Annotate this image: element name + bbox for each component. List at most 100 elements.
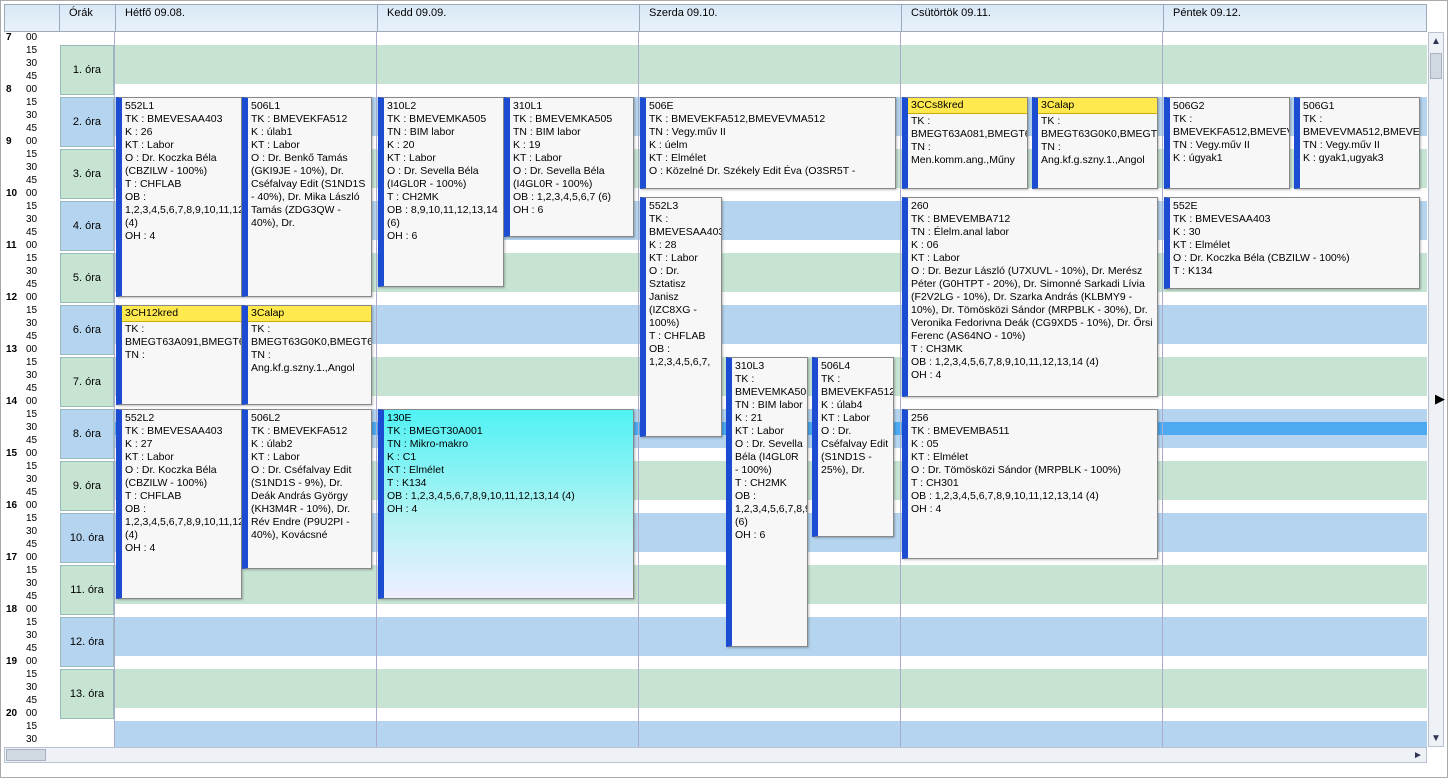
time-gutter: 7001530458001530459001530451000153045110… [4,32,60,747]
period-cell[interactable]: 7. óra [60,357,114,407]
event-block[interactable]: 310L3TK : BMEVEMKA505 TN : BIM labor K :… [726,357,808,647]
quarter-label: 15 [26,45,37,56]
vertical-scrollbar[interactable]: ▲ ▼ [1428,32,1444,747]
scroll-right-arrow[interactable]: ► [1410,748,1426,762]
event-block[interactable]: 506G1TK : BMEVEVMA512,BMEVEKFA512 TN : V… [1294,97,1420,189]
quarter-label: 15 [26,409,37,420]
event-block[interactable]: 506L4TK : BMEVEKFA512 K : úlab4 KT : Lab… [812,357,894,537]
event-body: TK : BMEVESAA403 K : 27 KT : Labor O : D… [125,425,242,554]
period-cell[interactable]: 12. óra [60,617,114,667]
event-block[interactable]: 3CalapTK : BMEGT63G0K0,BMEGT634041 TN : … [1032,97,1158,189]
scroll-down-arrow[interactable]: ▼ [1429,730,1443,746]
event-body: TK : BMEVESAA403 K : 30 KT : Elmélet O :… [1173,213,1350,277]
event-block[interactable]: 506G2TK : BMEVEKFA512,BMEVEVMA512 TN : V… [1164,97,1290,189]
event-block[interactable]: 552L1TK : BMEVESAA403 K : 26 KT : Labor … [116,97,242,297]
quarter-label: 45 [26,539,37,550]
event-title: 552E [1173,200,1416,213]
grid-row [114,734,1427,747]
event-body: TK : BMEGT30A001 TN : Mikro-makro K : C1… [387,425,575,515]
header-day-tue[interactable]: Kedd 09.09. [381,1,452,29]
hour-label: 10 [6,188,17,199]
event-body: TK : BMEGT63A081,BMEGT63A051 TN : Men.ko… [911,115,1028,166]
header-day-mon[interactable]: Hétfő 09.08. [119,1,191,29]
calendar-grid[interactable]: 7001530458001530459001530451000153045110… [4,32,1427,747]
event-title: 260 [911,200,1154,213]
event-title: 130E [387,412,630,425]
period-cell[interactable]: 10. óra [60,513,114,563]
event-block[interactable]: 506L2TK : BMEVEKFA512 K : úlab2 KT : Lab… [242,409,372,569]
period-cell[interactable]: 13. óra [60,669,114,719]
event-block[interactable]: 506L1TK : BMEVEKFA512 K : úlab1 KT : Lab… [242,97,372,297]
hour-label: 17 [6,552,17,563]
event-block[interactable]: 310L2TK : BMEVEMKA505 TN : BIM labor K :… [378,97,504,287]
event-body: TK : BMEVEMKA505 TN : BIM labor K : 21 K… [735,373,808,541]
quarter-label: 45 [26,591,37,602]
hour-label: 15 [6,448,17,459]
quarter-label: 15 [26,201,37,212]
vertical-scroll-thumb[interactable] [1430,53,1442,79]
quarter-label: 30 [26,682,37,693]
event-title: 3CH12kred [122,306,241,322]
event-block[interactable]: 552ETK : BMEVESAA403 K : 30 KT : Elmélet… [1164,197,1420,289]
event-block[interactable]: 3CalapTK : BMEGT63G0K0,BMEGT634041 TN : … [242,305,372,405]
day-separator [376,32,377,747]
hour-label: 20 [6,708,17,719]
day-separator [900,32,901,747]
quarter-label: 00 [26,500,37,511]
quarter-label: 45 [26,71,37,82]
quarter-label: 15 [26,513,37,524]
hour-label: 8 [6,84,12,95]
event-block[interactable]: 3CCs8kredTK : BMEGT63A081,BMEGT63A051 TN… [902,97,1028,189]
event-block[interactable]: 310L1TK : BMEVEMKA505 TN : BIM labor K :… [504,97,634,237]
event-title: 3Calap [248,306,371,322]
horizontal-scroll-thumb[interactable] [6,749,46,761]
hour-block: 800153045 [4,84,60,136]
hour-label: 9 [6,136,12,147]
event-body: TK : BMEGT63A091,BMEGT63A081,BMEGT63A...… [125,323,242,361]
quarter-label: 00 [26,396,37,407]
event-title: 310L2 [387,100,500,113]
timetable-app: ◄ ► Órák Hétfő 09.08. Kedd 09.09. Szerda… [0,0,1448,778]
header-day-fri[interactable]: Péntek 09.12. [1167,1,1247,29]
period-cell[interactable]: 11. óra [60,565,114,615]
quarter-label: 30 [26,58,37,69]
hour-block: 1800153045 [4,604,60,656]
period-cell[interactable]: 9. óra [60,461,114,511]
quarter-label: 30 [26,162,37,173]
grid-row [114,656,1427,669]
period-cell[interactable]: 5. óra [60,253,114,303]
quarter-label: 00 [26,240,37,251]
event-block[interactable]: 506ETK : BMEVEKFA512,BMEVEVMA512 TN : Ve… [640,97,896,189]
event-block[interactable]: 552L3TK : BMEVESAA403 K : 28 KT : Labor … [640,197,722,437]
period-cell[interactable]: 4. óra [60,201,114,251]
event-block[interactable]: 3CH12kredTK : BMEGT63A091,BMEGT63A081,BM… [116,305,242,405]
event-block[interactable]: 552L2TK : BMEVESAA403 K : 27 KT : Labor … [116,409,242,599]
scroll-up-arrow[interactable]: ▲ [1429,33,1443,49]
side-expand-icon[interactable]: ▶ [1434,391,1446,407]
grid-row [114,695,1427,708]
period-cell[interactable]: 2. óra [60,97,114,147]
header-day-wed[interactable]: Szerda 09.10. [643,1,724,29]
horizontal-scrollbar[interactable]: ◄ ► [4,747,1427,763]
period-cell[interactable]: 3. óra [60,149,114,199]
period-cell[interactable]: 6. óra [60,305,114,355]
period-cell[interactable]: 8. óra [60,409,114,459]
quarter-label: 30 [26,422,37,433]
period-cell[interactable]: 1. óra [60,45,114,95]
event-block[interactable]: 256TK : BMEVEMBA511 K : 05 KT : Elmélet … [902,409,1158,559]
quarter-label: 00 [26,292,37,303]
event-block[interactable]: 130ETK : BMEGT30A001 TN : Mikro-makro K … [378,409,634,599]
hour-label: 12 [6,292,17,303]
event-title: 506G1 [1303,100,1416,113]
quarter-label: 45 [26,487,37,498]
quarter-label: 00 [26,32,37,43]
quarter-label: 15 [26,357,37,368]
header-day-thu[interactable]: Csütörtök 09.11. [905,1,997,29]
quarter-label: 45 [26,331,37,342]
event-title: 506G2 [1173,100,1286,113]
event-block[interactable]: 260TK : BMEVEMBA712 TN : Élelm.anal labo… [902,197,1158,397]
event-body: TK : BMEVEVMA512,BMEVEKFA512 TN : Vegy.m… [1303,113,1420,164]
event-title: 256 [911,412,1154,425]
grid-row [114,71,1427,84]
day-separator [1162,32,1163,747]
